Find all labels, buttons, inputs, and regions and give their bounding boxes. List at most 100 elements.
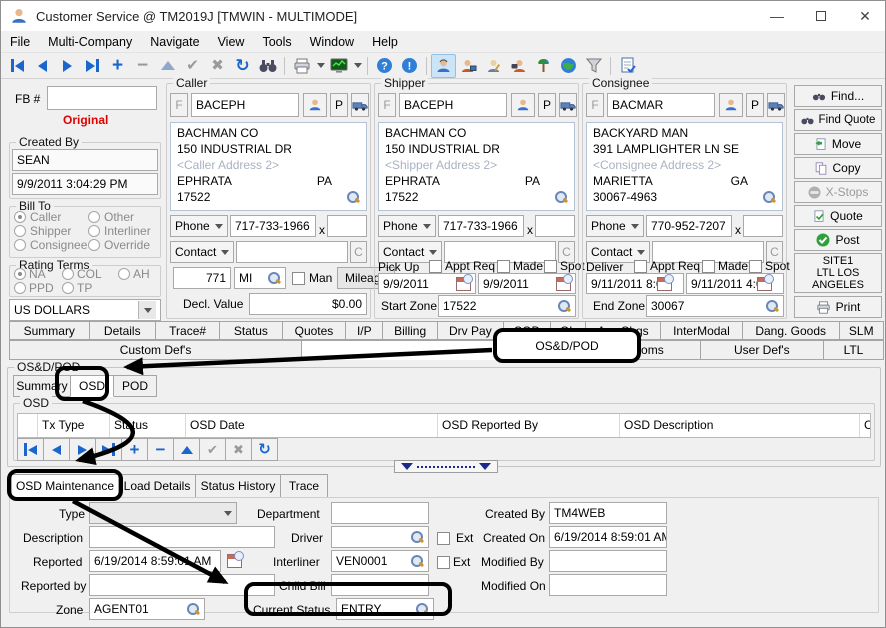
menu-navigate[interactable]: Navigate (141, 33, 208, 51)
dispatch-person-icon[interactable] (456, 54, 481, 78)
tab-osd-maintenance[interactable]: OSD Maintenance (11, 474, 119, 498)
deliver-date-to-input[interactable]: 9/11/2011 4:00:00 PM (686, 273, 784, 294)
rating-ah-radio[interactable]: AH (118, 267, 150, 281)
calendar-icon[interactable] (757, 277, 772, 291)
print-action-button[interactable]: Print (794, 296, 882, 318)
shipper-zip-lookup-icon[interactable] (554, 190, 568, 204)
current-status-input[interactable]: ENTRY (336, 598, 434, 620)
rating-col-radio[interactable]: COL (62, 267, 102, 281)
tab-ltl[interactable]: LTL (823, 340, 884, 360)
find-quote-button[interactable]: Find Quote (794, 109, 882, 131)
accept-button[interactable]: ✔ (180, 54, 205, 78)
start-zone-lookup-icon[interactable] (557, 299, 571, 313)
post-button[interactable]: Post (794, 229, 882, 251)
maximize-button[interactable] (801, 1, 841, 31)
site-button[interactable]: SITE1 LTL LOS ANGELES (794, 253, 882, 293)
caller-code-input[interactable]: BACEPH (191, 93, 299, 117)
nav-post-button[interactable]: ✔ (199, 438, 226, 461)
find-button[interactable]: Find... (794, 85, 882, 107)
move-button[interactable]: Move (794, 133, 882, 155)
funnel-icon[interactable] (581, 54, 606, 78)
distance-unit-input[interactable]: MI (234, 267, 286, 289)
tab-load-details[interactable]: Load Details (118, 474, 196, 498)
end-zone-lookup-icon[interactable] (765, 299, 779, 313)
man-checkbox[interactable]: Man (292, 271, 332, 285)
nav-cancel-button[interactable]: ✖ (225, 438, 252, 461)
refresh-button[interactable]: ↻ (230, 54, 255, 78)
currency-select[interactable]: US DOLLARS (9, 299, 161, 321)
calendar-icon[interactable] (556, 277, 571, 291)
driver-person-icon[interactable] (481, 54, 506, 78)
nav-prev-button[interactable] (43, 438, 70, 461)
pickup-appt-req-checkbox[interactable]: Appt Req (429, 259, 495, 273)
menu-window[interactable]: Window (301, 33, 363, 51)
tab-gl[interactable]: GL (550, 321, 586, 340)
menu-multi-company[interactable]: Multi-Company (39, 33, 141, 51)
prev-record-button[interactable] (30, 54, 55, 78)
tab-quotes[interactable]: Quotes (282, 321, 347, 340)
trace-person-icon[interactable] (506, 54, 531, 78)
document-check-icon[interactable] (615, 54, 640, 78)
reported-input[interactable]: 6/19/2014 8:59:01 AM (89, 550, 221, 572)
tab-summary[interactable]: Summary (9, 321, 90, 340)
rating-na-radio[interactable]: NA (14, 267, 46, 281)
tab-trace[interactable]: Trace (280, 474, 328, 498)
tab-drv-pay[interactable]: Drv Pay (437, 321, 504, 340)
nav-insert-button[interactable]: + (121, 438, 148, 461)
caller-ext-input[interactable] (327, 215, 367, 237)
menu-file[interactable]: File (1, 33, 39, 51)
quote-button[interactable]: Quote (794, 205, 882, 227)
nav-edit-button[interactable] (173, 438, 200, 461)
print-dropdown-caret[interactable] (314, 54, 326, 78)
delete-record-button[interactable]: − (130, 54, 155, 78)
pickup-made-checkbox[interactable]: Made (497, 259, 543, 273)
tab-osd-pod[interactable]: OS&D/POD (301, 340, 580, 360)
start-zone-input[interactable]: 17522 (438, 295, 576, 317)
unit-lookup-icon[interactable] (267, 271, 281, 285)
pickup-spot-checkbox[interactable]: Spot (544, 259, 585, 273)
consignee-zip-lookup-icon[interactable] (762, 190, 776, 204)
consignee-client-button[interactable] (719, 93, 743, 117)
tab-slm[interactable]: SLM (839, 321, 885, 340)
zone-lookup-icon[interactable] (186, 602, 200, 616)
tab-billing[interactable]: Billing (382, 321, 438, 340)
close-button[interactable]: ✕ (845, 1, 885, 31)
nav-first-button[interactable] (17, 438, 44, 461)
type-select[interactable] (89, 502, 237, 524)
fb-input[interactable] (47, 86, 157, 110)
find-binoculars-button[interactable] (255, 54, 280, 78)
driver-input[interactable] (331, 526, 429, 548)
department-input[interactable] (331, 502, 429, 524)
driver-ext-checkbox[interactable]: Ext (437, 531, 473, 545)
monitor-dropdown-caret[interactable] (351, 54, 363, 78)
customer-service-person-icon[interactable] (431, 54, 456, 78)
add-record-button[interactable]: + (105, 54, 130, 78)
caller-client-button[interactable] (303, 93, 327, 117)
zone-input[interactable]: AGENT01 (89, 598, 205, 620)
consignee-code-input[interactable]: BACMAR (607, 93, 715, 117)
deliver-date-from-input[interactable]: 9/11/2011 8:00:00 AM (586, 273, 684, 294)
tab-user-defs[interactable]: User Def's (700, 340, 824, 360)
consignee-phone-input[interactable]: 770-952-7207 (646, 215, 732, 237)
shipper-phone-select[interactable]: Phone (378, 215, 436, 237)
col-osd-description[interactable]: OSD Description (620, 414, 860, 437)
bill-to-shipper-radio[interactable]: Shipper (14, 224, 71, 238)
osdpod-tab-summary[interactable]: Summary (13, 375, 71, 397)
consignee-f-button[interactable]: F (586, 93, 604, 117)
distance-input[interactable]: 771 (173, 267, 231, 289)
bill-to-override-radio[interactable]: Override (88, 238, 150, 252)
tab-acc-chgs[interactable]: Acc Chgs (585, 321, 661, 340)
pickup-date-to-input[interactable]: 9/9/2011 (478, 273, 576, 294)
cancel-button[interactable]: ✖ (205, 54, 230, 78)
tab-cod[interactable]: COD (503, 321, 551, 340)
caller-truck-button[interactable] (351, 93, 369, 117)
shipper-truck-button[interactable] (559, 93, 577, 117)
globe-icon[interactable] (556, 54, 581, 78)
consignee-ext-input[interactable] (743, 215, 783, 237)
splitter-handle[interactable] (394, 460, 498, 473)
decl-value-input[interactable]: $0.00 (249, 293, 367, 315)
rating-tp-radio[interactable]: TP (62, 281, 92, 295)
calendar-icon[interactable] (657, 277, 672, 291)
caller-contact-select[interactable]: Contact (170, 241, 234, 263)
up-arrow-button[interactable] (155, 54, 180, 78)
